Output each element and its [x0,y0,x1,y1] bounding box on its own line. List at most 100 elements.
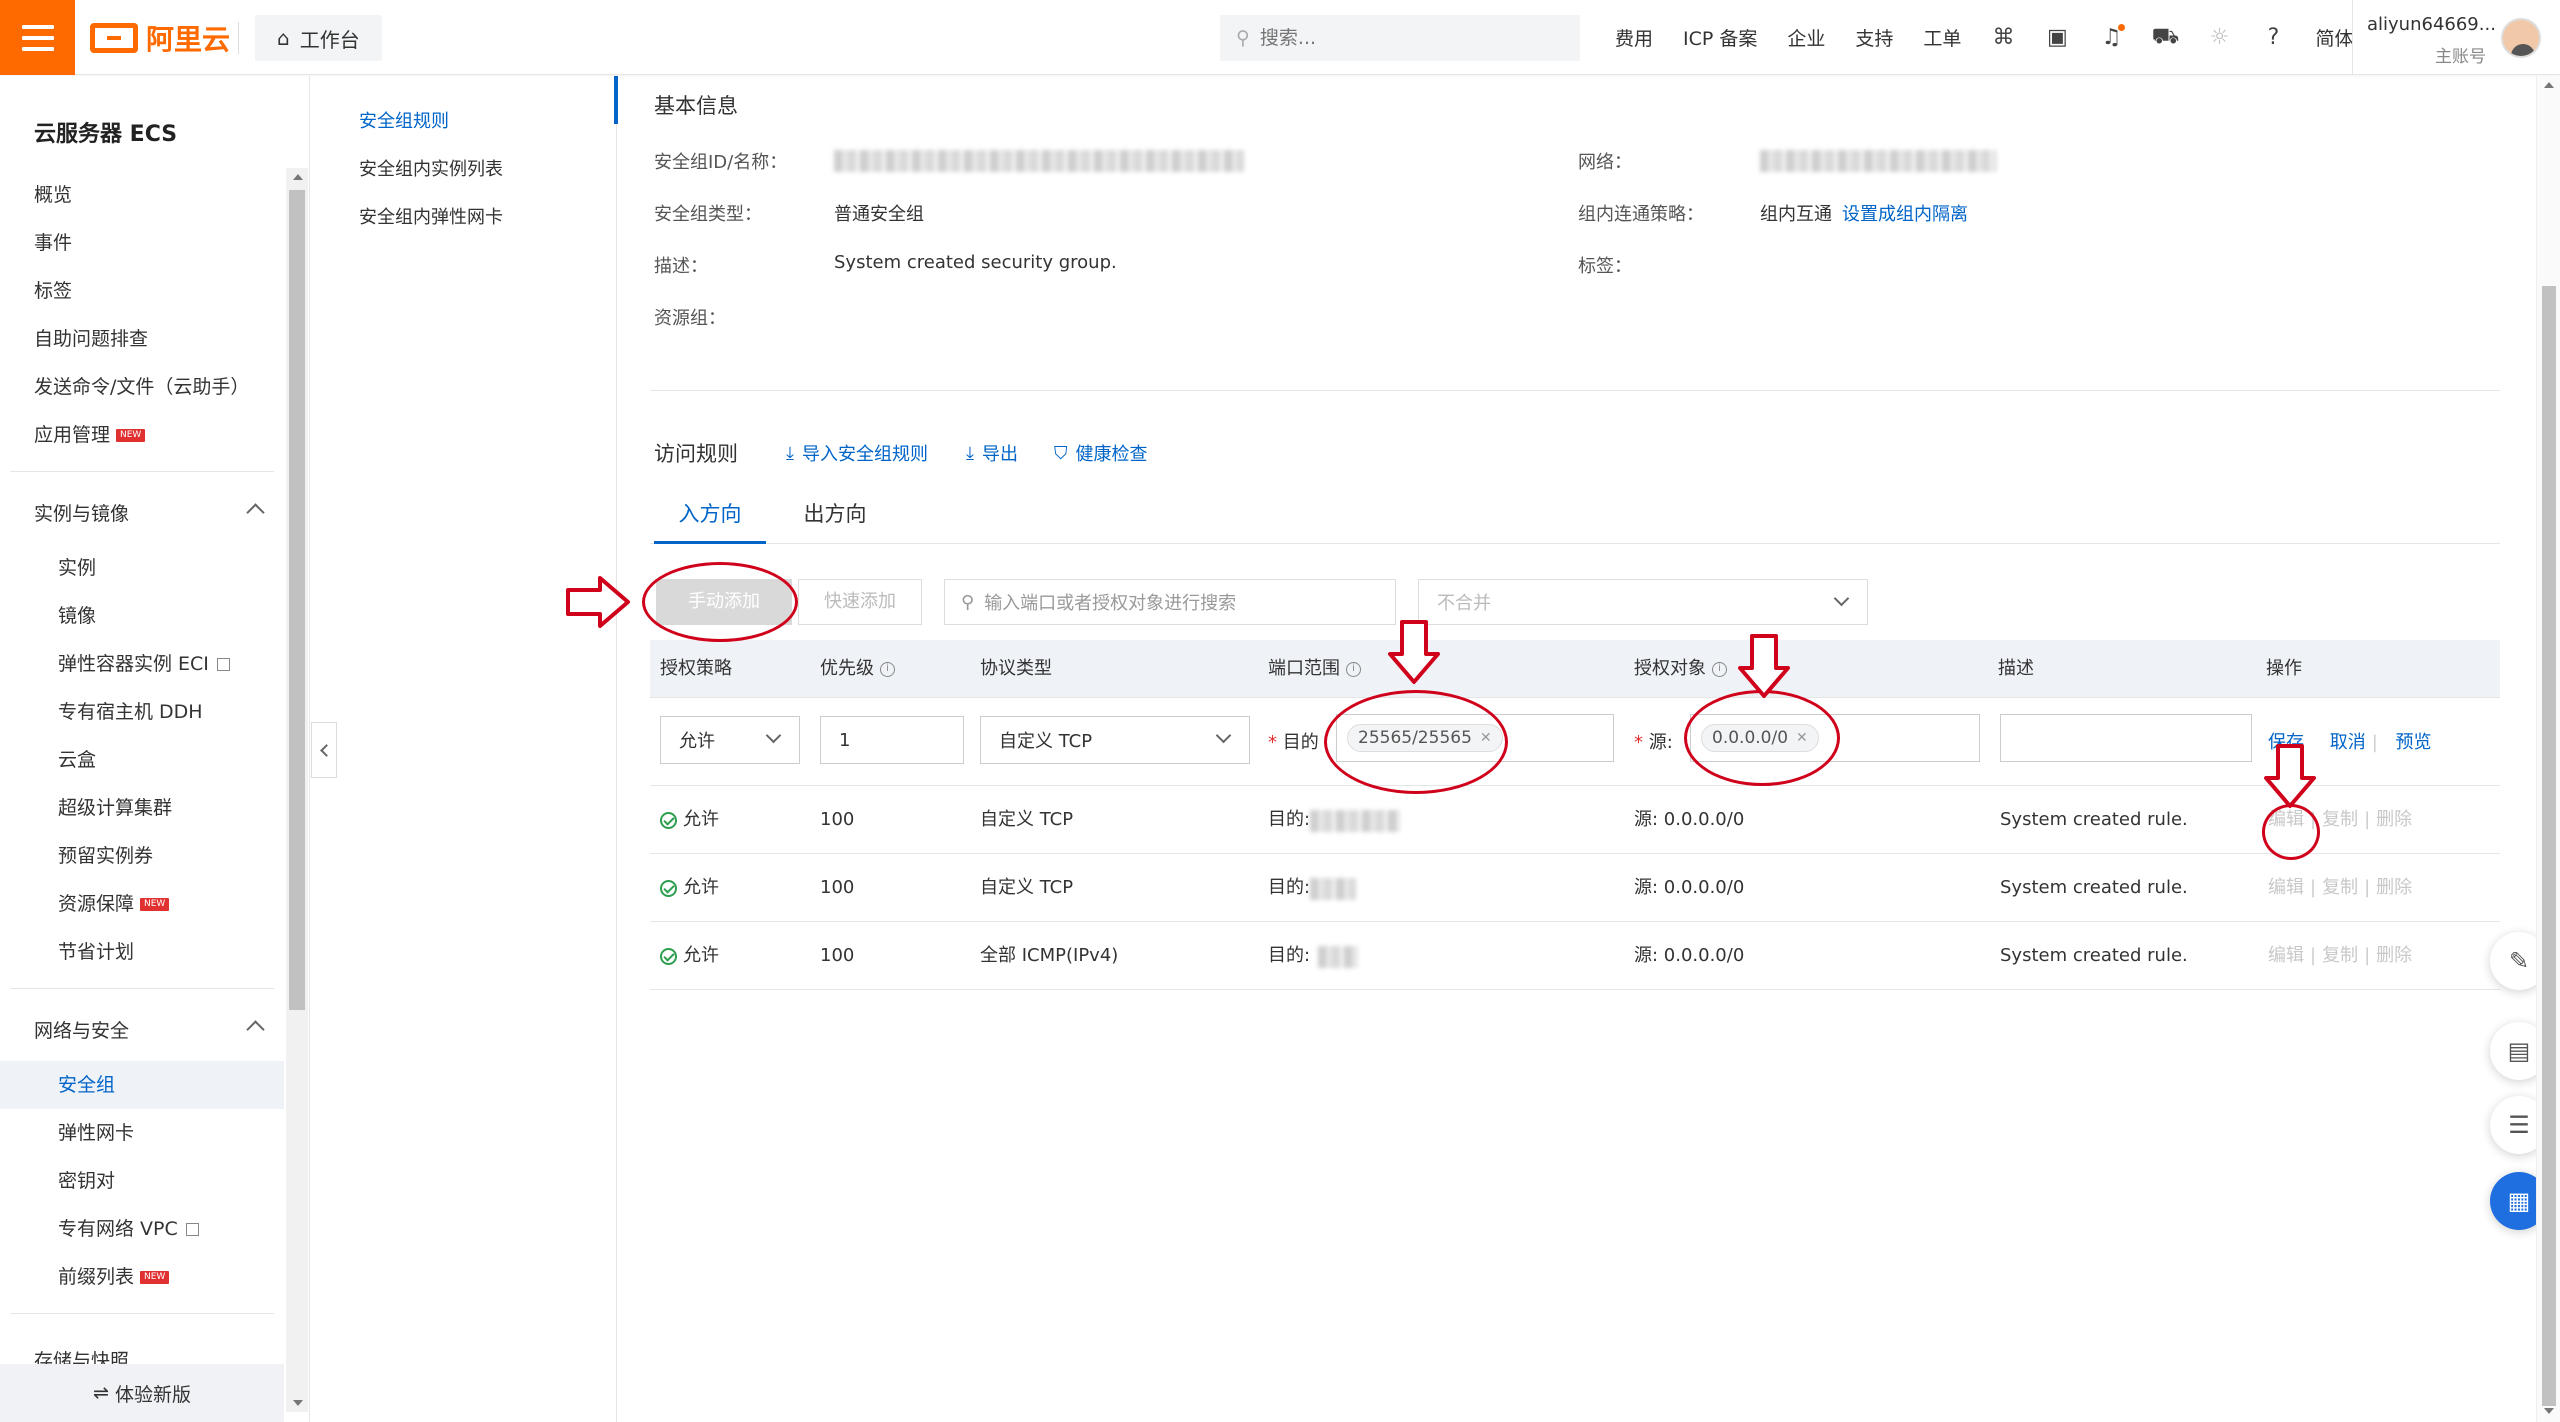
top-nav: 费用 ICP 备案 企业 支持 工单 ⌘ ▣ ♫ ⛟ ☼ ? 简体 [1600,0,2368,75]
sidebar-item-eni[interactable]: 弹性网卡 [0,1109,284,1157]
sidebar-item-app-mgmt[interactable]: 应用管理 NEW [0,411,284,459]
info-icon[interactable]: i [1712,661,1727,677]
tab-sg-instances[interactable]: 安全组内实例列表 [311,146,616,194]
col-label: 优先级 [820,658,874,679]
lightbulb-icon[interactable]: ☼ [2207,25,2231,50]
nav-billing[interactable]: 费用 [1615,24,1653,51]
cart-icon[interactable]: ⛟ [2152,24,2180,50]
try-new-version-button[interactable]: ⇌ 体验新版 [0,1364,284,1422]
cancel-button[interactable]: 取消 [2330,732,2366,753]
edit-button[interactable]: 编辑 [2268,809,2304,830]
sidebar-item-security-group[interactable]: 安全组 [0,1061,284,1109]
save-button[interactable]: 保存 [2268,732,2304,753]
merge-select[interactable]: 不合并 [1418,579,1868,625]
port-redacted [1310,810,1400,832]
sg-id-redacted [834,150,1244,172]
manual-add-button[interactable]: 手动添加 [656,579,792,625]
close-icon[interactable]: ✕ [1480,730,1492,746]
port-range-input[interactable]: 25565/25565 ✕ [1336,714,1614,762]
help-icon[interactable]: ? [2261,25,2285,50]
sidebar-item-image[interactable]: 镜像 [0,592,284,640]
description-input[interactable] [2000,714,2252,762]
language-switch[interactable]: 简体 [2315,24,2353,51]
info-icon[interactable]: i [880,661,895,677]
copy-button[interactable]: 复制 [2322,809,2358,830]
sidebar-item-keypair[interactable]: 密钥对 [0,1157,284,1205]
tab-outbound[interactable]: 出方向 [790,484,880,544]
tab-sg-enis[interactable]: 安全组内弹性网卡 [311,194,616,242]
import-rules-link[interactable]: ⤓ 导入安全组规则 [786,440,928,466]
sidebar-item-troubleshoot[interactable]: 自助问题排查 [0,315,284,363]
code-icon[interactable]: ⌘ [1991,25,2015,50]
sidebar-group-instances[interactable]: 实例与镜像 [0,484,284,544]
sidebar-item-ri[interactable]: 预留实例券 [0,832,284,880]
sidebar-item-cloudbox[interactable]: 云盒 [0,736,284,784]
port-tag-value: 25565/25565 [1358,728,1472,748]
close-icon[interactable]: ✕ [1796,730,1808,746]
sidebar-group-network[interactable]: 网络与安全 [0,1001,284,1061]
port-tag[interactable]: 25565/25565 ✕ [1347,724,1503,752]
sidebar-item-capacity[interactable]: 资源保障 NEW [0,880,284,928]
edit-button[interactable]: 编辑 [2268,945,2304,966]
copy-button[interactable]: 复制 [2322,945,2358,966]
preview-button[interactable]: 预览 [2396,732,2432,753]
sidebar-item-tags[interactable]: 标签 [0,267,284,315]
workbench-button[interactable]: ⌂ 工作台 [255,15,382,61]
source-input[interactable]: 0.0.0.0/0 ✕ [1690,714,1980,762]
sidebar-item-cloud-assistant[interactable]: 发送命令/文件（云助手） [0,363,284,411]
sidebar-item-overview[interactable]: 概览 [0,171,284,219]
desc-label: 描述： [654,256,708,277]
delete-button[interactable]: 删除 [2376,809,2412,830]
sidebar-item-ddh[interactable]: 专有宿主机 DDH [0,688,284,736]
access-rules-title: 访问规则 [654,442,738,466]
sidebar-item-prefix-list[interactable]: 前缀列表 NEW [0,1253,284,1301]
account-name: aliyun64669... [2367,14,2496,35]
delete-button[interactable]: 删除 [2376,945,2412,966]
check-circle-icon [660,879,677,897]
protocol-select[interactable]: 自定义 TCP [980,716,1250,764]
policy-value: 组内互通 [1760,204,1832,225]
set-isolation-link[interactable]: 设置成组内隔离 [1842,200,1968,226]
global-search-input[interactable] [1259,27,1550,49]
policy-select[interactable]: 允许 [660,716,800,764]
edit-button[interactable]: 编辑 [2268,877,2304,898]
sidebar-group-storage[interactable]: 存储与快照 [34,1348,129,1364]
sidebar: 云服务器 ECS 概览 事件 标签 自助问题排查 发送命令/文件（云助手） 应用… [0,76,310,1422]
sidebar-item-eci[interactable]: 弹性容器实例 ECI [0,640,284,688]
sidebar-item-scc[interactable]: 超级计算集群 [0,784,284,832]
nav-ticket[interactable]: 工单 [1923,24,1961,51]
col-label: 端口范围 [1268,658,1340,679]
sidebar-item-events[interactable]: 事件 [0,219,284,267]
sidebar-item-instance[interactable]: 实例 [0,544,284,592]
nav-icp[interactable]: ICP 备案 [1683,24,1757,51]
health-check-link[interactable]: ⛉ 健康检查 [1054,440,1148,466]
sidebar-scrollbar[interactable] [286,168,308,1412]
source-tag[interactable]: 0.0.0.0/0 ✕ [1701,724,1819,752]
tab-inbound[interactable]: 入方向 [654,484,766,544]
export-link[interactable]: ⤓ 导出 [966,440,1018,466]
priority-input[interactable]: 1 [820,716,964,764]
sidebar-item-savings[interactable]: 节省计划 [0,928,284,976]
terminal-icon[interactable]: ▣ [2045,25,2069,50]
nav-enterprise[interactable]: 企业 [1787,24,1825,51]
collapse-nav-button[interactable] [311,722,337,778]
avatar[interactable] [2501,18,2541,58]
page-scrollbar[interactable] [2536,76,2560,1422]
chevron-up-icon [246,503,265,522]
bell-icon[interactable]: ♫ [2099,23,2126,50]
nav-support[interactable]: 支持 [1855,24,1893,51]
menu-icon[interactable] [0,0,75,75]
rule-search[interactable]: ⚲ 输入端口或者授权对象进行搜索 [944,579,1396,625]
pencil-icon: ✎ [2508,947,2530,975]
global-search[interactable]: ⚲ [1220,15,1580,61]
tab-sg-rules[interactable]: 安全组规则 [311,98,616,146]
account-menu[interactable]: aliyun64669... 主账号 [2352,0,2560,75]
copy-button[interactable]: 复制 [2322,877,2358,898]
quick-add-button[interactable]: 快速添加 [798,579,922,625]
sidebar-list: 概览 事件 标签 自助问题排查 发送命令/文件（云助手） 应用管理 NEW 实例与… [0,171,284,1326]
top-bar: 阿里云 ⌂ 工作台 ⚲ 费用 ICP 备案 企业 支持 工单 ⌘ ▣ ♫ ⛟ ☼… [0,0,2560,75]
info-icon[interactable]: i [1346,661,1361,677]
sidebar-item-vpc[interactable]: 专有网络 VPC [0,1205,284,1253]
delete-button[interactable]: 删除 [2376,877,2412,898]
aliyun-logo[interactable]: 阿里云 [90,18,230,58]
